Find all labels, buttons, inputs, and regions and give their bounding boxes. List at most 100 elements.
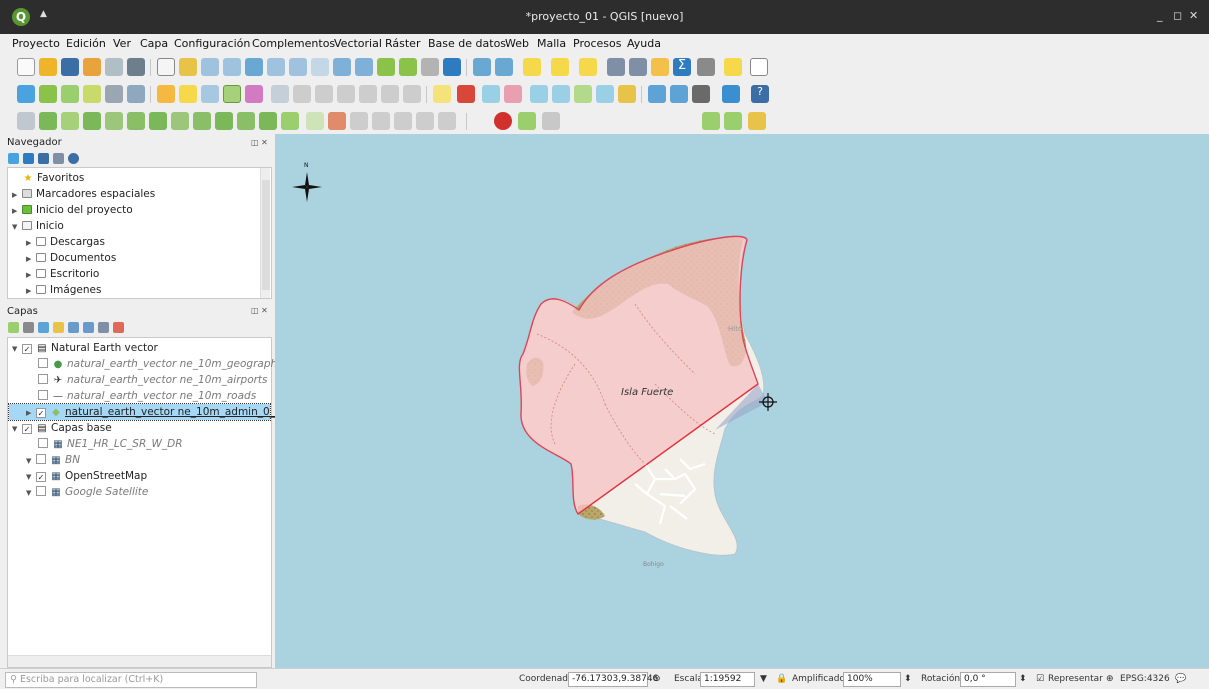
render-checkbox[interactable]: ☑ — [1036, 674, 1044, 684]
menu-ayuda[interactable]: Ayuda — [627, 37, 661, 50]
toggle-editing-icon[interactable] — [157, 85, 175, 103]
rotate-point-icon[interactable] — [281, 112, 299, 130]
split-parts-icon[interactable] — [215, 112, 233, 130]
label-rotate-icon[interactable] — [552, 85, 570, 103]
attribute-table-icon[interactable] — [607, 58, 625, 76]
layer-bn[interactable]: ▼ ▦ BN — [26, 452, 80, 468]
add-delimited-text-icon[interactable] — [105, 85, 123, 103]
label-properties-icon[interactable] — [618, 85, 636, 103]
snap-intersection-icon[interactable] — [724, 112, 742, 130]
layer-openstreetmap[interactable]: ▼ ✓ ▦ OpenStreetMap — [26, 468, 147, 484]
collapse-all-icon[interactable] — [53, 152, 64, 164]
current-edits-icon[interactable] — [179, 85, 197, 103]
reshape-icon[interactable] — [149, 112, 167, 130]
checkbox[interactable] — [38, 438, 48, 448]
extents-toggle-icon[interactable]: ⊛ — [653, 674, 661, 684]
crs-icon[interactable]: ⊕ — [1106, 674, 1114, 684]
zoom-to-layer-icon[interactable] — [289, 58, 307, 76]
plugin-icon[interactable] — [692, 85, 710, 103]
zoom-out-icon[interactable] — [223, 58, 241, 76]
open-project-icon[interactable] — [39, 58, 57, 76]
magnifier-field[interactable]: 100% — [843, 672, 901, 687]
menu-complementos[interactable]: Complementos — [252, 37, 335, 50]
redo-icon[interactable] — [403, 85, 421, 103]
checkbox[interactable]: ✓ — [22, 344, 32, 354]
add-group-icon[interactable] — [23, 321, 34, 333]
add-vector-layer-icon[interactable] — [61, 85, 79, 103]
new-map-view-icon[interactable] — [377, 58, 395, 76]
web-search-icon[interactable] — [670, 85, 688, 103]
filter-browser-icon[interactable] — [38, 152, 49, 164]
filter-expression-icon[interactable] — [68, 321, 79, 333]
nav-item-marcadores[interactable]: ▶ Marcadores espaciales — [12, 186, 155, 202]
layer-group-natural-earth[interactable]: ▼ ✓ ▤ Natural Earth vector — [12, 340, 158, 356]
remove-layer-icon[interactable] — [113, 321, 124, 333]
checkbox[interactable] — [38, 374, 48, 384]
nav-item-inicio[interactable]: ▼ Inicio — [12, 218, 64, 234]
messages-icon[interactable]: 💬 — [1175, 674, 1186, 684]
paste-features-icon[interactable] — [359, 85, 377, 103]
checkbox[interactable] — [38, 390, 48, 400]
add-selected-icon[interactable] — [8, 152, 19, 164]
save-edits-icon[interactable] — [201, 85, 219, 103]
checkbox[interactable]: ✓ — [22, 424, 32, 434]
refresh-icon[interactable] — [443, 58, 461, 76]
nav-item-inicio-proyecto[interactable]: ▶ Inicio del proyecto — [12, 202, 133, 218]
zoom-to-selection-icon[interactable] — [267, 58, 285, 76]
snap-tracing-icon[interactable] — [328, 112, 346, 130]
nav-item-documentos[interactable]: ▶ Documentos — [26, 250, 116, 266]
delete-part-icon[interactable] — [127, 112, 145, 130]
add-raster-layer-icon[interactable] — [83, 85, 101, 103]
fill-ring-icon[interactable] — [83, 112, 101, 130]
add-part-icon[interactable] — [61, 112, 79, 130]
checkbox[interactable] — [36, 486, 46, 496]
layout-manager-icon[interactable] — [105, 58, 123, 76]
menu-raster[interactable]: Ráster — [385, 37, 420, 50]
style-manager-icon[interactable] — [127, 58, 145, 76]
move-feature-icon[interactable] — [394, 112, 412, 130]
checkbox[interactable]: ✓ — [36, 472, 46, 482]
menu-base-de-datos[interactable]: Base de datos — [428, 37, 506, 50]
bookmark-icon[interactable] — [421, 58, 439, 76]
label-show-hide-icon[interactable] — [504, 85, 522, 103]
layer-airports[interactable]: ✈ natural_earth_vector ne_10m_airports — [38, 372, 268, 388]
layer-admin-0[interactable]: ▶ ✓ ◆ natural_earth_vector ne_10m_admin_0_c — [8, 403, 281, 421]
layer-google-satellite[interactable]: ▼ ▦ Google Satellite — [26, 484, 148, 500]
label-tool-icon[interactable] — [433, 85, 451, 103]
text-annotation-icon[interactable] — [750, 58, 768, 76]
close-button[interactable]: ✕ — [1189, 9, 1198, 22]
navigator-panel-buttons[interactable]: ◫ ✕ — [251, 138, 268, 147]
field-calculator-icon[interactable] — [629, 58, 647, 76]
save-project-icon[interactable] — [61, 58, 79, 76]
zoom-native-icon[interactable] — [311, 58, 329, 76]
merge-attributes-icon[interactable] — [259, 112, 277, 130]
layers-panel-buttons[interactable]: ◫ ✕ — [251, 306, 268, 315]
minimize-button[interactable]: _ — [1157, 9, 1163, 22]
layers-hscrollbar[interactable] — [8, 655, 271, 667]
identify-icon[interactable] — [473, 58, 491, 76]
new-3d-view-icon[interactable] — [399, 58, 417, 76]
align-icon[interactable] — [416, 112, 434, 130]
snap-type-icon[interactable] — [542, 112, 560, 130]
snap-vertex-icon[interactable] — [518, 112, 536, 130]
nav-item-escritorio[interactable]: ▶ Escritorio — [26, 266, 99, 282]
new-project-icon[interactable] — [17, 58, 35, 76]
new-print-layout-icon[interactable] — [83, 58, 101, 76]
refresh-browser-icon[interactable] — [23, 152, 34, 164]
coordinate-field[interactable]: -76.17303,9.38746 — [568, 672, 658, 687]
split-features-icon[interactable] — [193, 112, 211, 130]
checkbox[interactable]: ✓ — [36, 408, 46, 418]
map-canvas[interactable]: N Isla Fuerte Bohigo Hito — [275, 134, 1209, 668]
actions-icon[interactable] — [495, 58, 513, 76]
select-by-value-icon[interactable] — [579, 58, 597, 76]
pan-to-selection-icon[interactable] — [179, 58, 197, 76]
trim-extend-icon[interactable] — [350, 112, 368, 130]
magnifier-spin-icon[interactable]: ⬍ — [904, 674, 912, 684]
menu-malla[interactable]: Malla — [537, 37, 566, 50]
nav-item-descargas[interactable]: ▶ Descargas — [26, 234, 105, 250]
collapse-layers-icon[interactable] — [98, 321, 109, 333]
add-spatialite-icon[interactable] — [127, 85, 145, 103]
simplify-icon[interactable] — [306, 112, 324, 130]
deselect-icon[interactable] — [551, 58, 569, 76]
lock-icon[interactable]: 🔒 — [776, 674, 787, 684]
